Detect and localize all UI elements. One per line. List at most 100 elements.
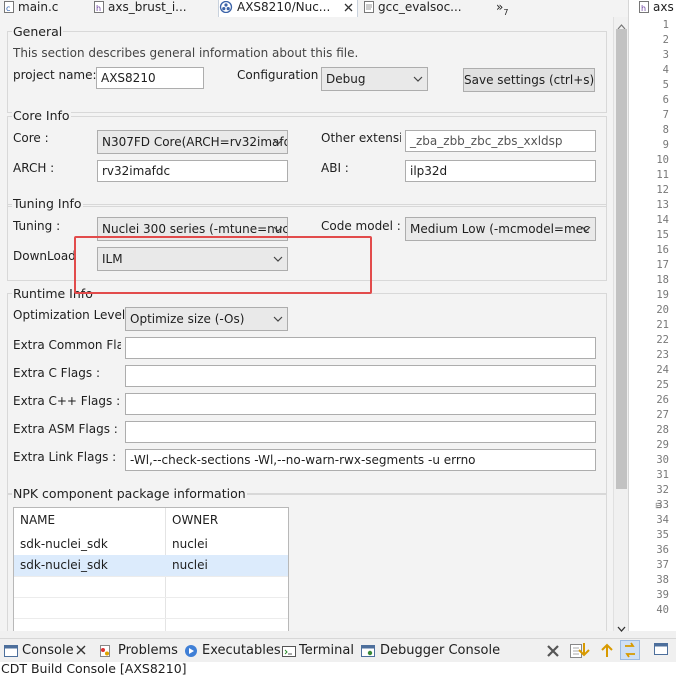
extra-asm-flags-field[interactable]: [125, 421, 596, 443]
extra-common-flags-field[interactable]: [125, 337, 596, 359]
line-number: 4: [662, 64, 669, 76]
h-file-icon: h: [94, 1, 104, 13]
close-icon[interactable]: [344, 0, 353, 15]
tab-debugger-console[interactable]: Debugger Console: [380, 639, 500, 663]
chevron-down-icon[interactable]: [617, 621, 626, 635]
console-icon: [4, 644, 18, 658]
other-extensions-label: Other extensio: [321, 131, 401, 145]
code-model-select[interactable]: Medium Low (-mcmodel=mec: [405, 217, 596, 241]
line-number: 24: [656, 364, 669, 376]
scrollbar-thumb[interactable]: [616, 29, 627, 489]
npk-component-table: NAME OWNER sdk-nuclei_sdk nuclei sdk-nuc…: [13, 507, 289, 631]
table-row[interactable]: sdk-nuclei_sdk nuclei: [14, 555, 288, 576]
h-file-icon: h: [639, 1, 649, 13]
line-number: 8: [662, 124, 669, 136]
download-label: DownLoad: [13, 249, 76, 263]
tab-label: gcc_evalsoc...: [378, 0, 462, 14]
remove-launch-icon[interactable]: [546, 644, 560, 661]
line-number: 40: [656, 604, 669, 616]
line-number: 18: [656, 274, 669, 286]
extra-link-flags-label: Extra Link Flags :: [13, 450, 117, 464]
chevron-down-icon: [581, 218, 591, 240]
line-number: 11: [656, 169, 669, 181]
fold-collapse-icon[interactable]: ⊟: [655, 501, 662, 510]
save-settings-button[interactable]: Save settings (ctrl+s): [463, 68, 595, 92]
svg-text:h: h: [96, 4, 101, 13]
tab-gcc-evalsoc[interactable]: gcc_evalsoc...: [364, 0, 468, 17]
nuclei-settings-icon: [219, 0, 233, 14]
line-number: 9: [662, 139, 669, 151]
project-name-field[interactable]: AXS8210: [96, 67, 204, 89]
line-number: 38: [656, 574, 669, 586]
line-number: 27: [656, 409, 669, 421]
core-label: Core :: [13, 131, 49, 145]
line-number: 7: [662, 109, 669, 121]
line-number: 26: [656, 394, 669, 406]
line-number: 2: [662, 34, 669, 46]
tab-label: main.c: [18, 0, 59, 14]
svg-text:c: c: [6, 4, 10, 13]
extra-cpp-flags-field[interactable]: [125, 393, 596, 415]
line-number: 12: [656, 184, 669, 196]
tuning-label: Tuning :: [13, 219, 61, 233]
line-number: 5: [662, 79, 669, 91]
extra-common-flags-label: Extra Common Fla: [13, 338, 121, 352]
line-number: 23: [656, 349, 669, 361]
extra-asm-flags-label: Extra ASM Flags :: [13, 422, 118, 436]
tab-console[interactable]: Console: [22, 639, 74, 663]
file-icon: [364, 1, 374, 13]
core-select[interactable]: N307FD Core(ARCH=rv32imafdc: [97, 130, 288, 154]
highlight-annotation-box: [74, 236, 372, 294]
line-number: 29: [656, 439, 669, 451]
pin-console-button[interactable]: [620, 640, 640, 660]
tab-axs-brust[interactable]: h axs_brust_i...: [94, 0, 212, 17]
c-file-icon: c: [4, 1, 14, 13]
column-header-name[interactable]: NAME: [14, 508, 170, 532]
line-number: 35: [656, 529, 669, 541]
close-icon[interactable]: [76, 644, 86, 658]
core-info-title: Core Info: [12, 108, 71, 123]
open-console-icon[interactable]: [654, 643, 670, 660]
line-number: 31: [656, 469, 669, 481]
terminal-icon: [282, 644, 296, 658]
cell-name: sdk-nuclei_sdk: [20, 558, 108, 572]
other-extensions-field[interactable]: _zba_zbb_zbc_zbs_xxldsp: [405, 130, 596, 152]
row-divider: [14, 576, 288, 577]
line-number: 3: [662, 49, 669, 61]
cell-owner: nuclei: [172, 558, 208, 572]
tab-axs8210-nuclei[interactable]: AXS8210/Nuc...: [218, 0, 358, 17]
bottom-panel-tabs: Console Problems Executables Terminal De…: [0, 638, 676, 663]
line-number: 6: [662, 94, 669, 106]
executables-icon: [184, 644, 198, 658]
tab-label: axs_brust_i...: [108, 0, 187, 14]
line-number: 14: [656, 214, 669, 226]
optimization-level-value: Optimize size (-Os): [130, 312, 245, 326]
tab-label: axs: [653, 0, 674, 14]
configuration-select[interactable]: Debug: [321, 67, 428, 91]
extra-c-flags-field[interactable]: [125, 365, 596, 387]
overflow-count: 7: [503, 8, 509, 17]
line-number: 13: [656, 199, 669, 211]
editor-scrollbar[interactable]: [613, 17, 629, 632]
tab-problems[interactable]: Problems: [118, 639, 178, 663]
line-number: 22: [656, 334, 669, 346]
arrow-up-icon[interactable]: [600, 642, 614, 661]
optimization-level-select[interactable]: Optimize size (-Os): [125, 307, 288, 331]
extra-cpp-flags-label: Extra C++ Flags :: [13, 394, 121, 408]
line-number: 34: [656, 514, 669, 526]
arrow-down-icon[interactable]: [577, 642, 591, 661]
chevron-down-icon: [273, 308, 283, 330]
tab-axs-side[interactable]: h axs: [639, 0, 674, 17]
tab-terminal[interactable]: Terminal: [299, 639, 354, 663]
npk-title: NPK component package information: [12, 486, 247, 501]
abi-field[interactable]: ilp32d: [405, 160, 596, 182]
table-row[interactable]: sdk-nuclei_sdk nuclei: [14, 534, 288, 555]
tab-overflow-button[interactable]: »7: [496, 0, 516, 17]
arch-field[interactable]: rv32imafdc: [97, 160, 288, 182]
editor-tab-bar: c main.c h axs_brust_i... AXS8210/Nuc... g…: [0, 0, 634, 18]
column-header-owner[interactable]: OWNER: [166, 508, 292, 532]
line-number: 1: [662, 19, 669, 31]
tab-executables[interactable]: Executables: [202, 639, 281, 663]
tab-main-c[interactable]: c main.c: [4, 0, 82, 17]
extra-link-flags-field[interactable]: -Wl,--check-sections -Wl,--no-warn-rwx-s…: [125, 449, 596, 471]
